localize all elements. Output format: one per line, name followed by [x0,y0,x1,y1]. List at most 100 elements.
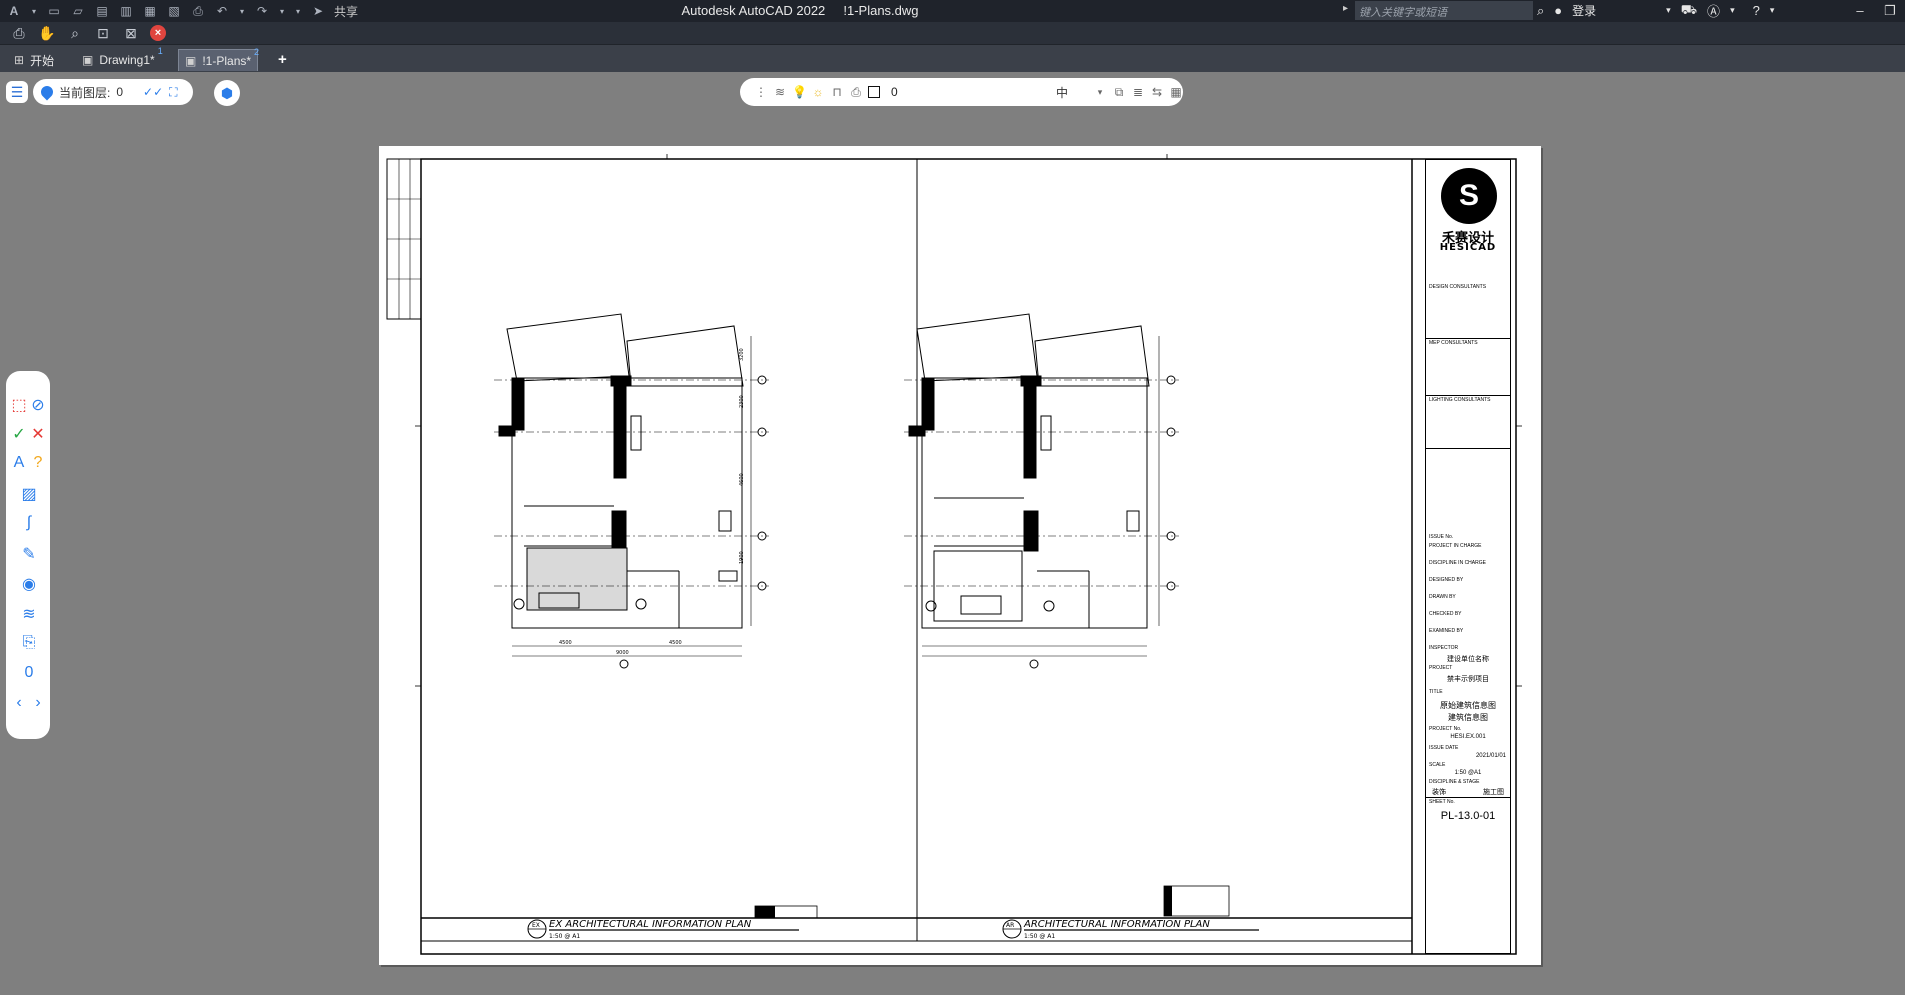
autocad-logo-icon[interactable]: A [6,4,22,18]
accept-icon[interactable]: ✓ [9,424,29,444]
pan-icon[interactable]: ✋ [38,25,56,42]
search-expand-icon[interactable]: ▸ [1343,3,1348,14]
layer-select-icon[interactable]: ⛶ [169,85,177,100]
layer-lock-icon[interactable]: ⊓ [830,85,844,99]
lasso-icon[interactable]: ⊘ [28,395,48,415]
redo-dropdown-icon[interactable]: ▾ [278,4,286,18]
title-right-tools: ⌕ ● 登录 ▾ ⛟ Ⓐ ▾ ? ▾ [1537,1,1774,20]
divider [1426,338,1510,339]
view-toolbar: ⎙ ✋ ⌕ ⊡ ⊠ × [0,22,1905,44]
dropdown-caret-icon[interactable]: ▾ [30,4,38,18]
viewport-menu-button[interactable]: ☰ [6,81,28,103]
login-dropdown-icon[interactable]: ▾ [1666,5,1671,16]
zoom-window-icon[interactable]: ⊡ [94,25,112,42]
current-layer-value: 0 [116,85,124,99]
redo-icon[interactable]: ↷ [254,4,270,18]
project-no-value: HESI.EX.001 [1450,734,1486,740]
cart-icon[interactable]: ⛟ [1681,2,1697,20]
customize-qat-icon[interactable]: ▾ [294,4,302,18]
file-title: !1-Plans.dwg [843,3,919,18]
issue-date-label: ISSUE DATE [1429,745,1459,751]
dim-w1: 4500 [559,640,572,646]
search-icon[interactable]: ⌕ [1537,3,1544,19]
layer-on-icon[interactable]: 💡 [792,85,807,99]
dropdown-caret-icon[interactable]: ▾ [1093,87,1107,98]
plan-scale-2: 1:50 @ A1 [1024,933,1055,940]
layer-states-icon[interactable]: ▦ [1169,85,1183,99]
project-value: 禁丰示例项目 [1447,676,1489,683]
dim-b: 4600 [739,473,745,486]
project-label: PROJECT [1429,665,1453,671]
app-title: Autodesk AutoCAD 2022 [681,3,826,18]
prev-icon[interactable]: ‹ [9,694,29,712]
help-dropdown-icon[interactable]: ▾ [1770,5,1775,16]
search-input[interactable]: 键入关键字或短语 [1355,1,1533,20]
help-icon[interactable]: ? [1753,3,1760,18]
brand-name-en: HESICAD [1439,242,1497,253]
layer-name-dropdown[interactable]: 0 [891,85,1051,99]
dim-w2: 4500 [669,640,682,646]
login-label[interactable]: 登录 [1572,2,1596,19]
plot-icon[interactable]: ▧ [166,4,182,18]
minimize-icon[interactable]: – [1845,0,1875,22]
plan-code-1: EX [532,922,540,929]
undo-icon[interactable]: ↶ [214,4,230,18]
count-icon[interactable]: 0 [19,664,39,682]
undo-dropdown-icon[interactable]: ▾ [238,4,246,18]
next-icon[interactable]: › [28,694,48,712]
field-examined-by: EXAMINED BY [1429,628,1464,634]
question-icon[interactable]: ? [28,454,48,472]
divider [1426,797,1510,798]
dim-a: 3200 [739,348,745,361]
restore-icon[interactable]: ❐ [1875,0,1905,22]
share-icon[interactable]: ⎘ [19,634,39,652]
layers-icon[interactable]: ≋ [19,604,39,624]
pencil-icon[interactable]: ✎ [19,544,39,564]
rect-select-icon[interactable]: ⬚ [9,395,29,415]
close-preview-icon[interactable]: × [150,25,166,41]
zoom-realtime-icon[interactable]: ⌕ [66,25,84,42]
image-icon[interactable]: ▨ [19,484,39,504]
reject-icon[interactable]: ✕ [28,424,48,444]
title-bar: A ▾ ▭ ▱ ▤ ▥ ▦ ▧ ⎙ ↶ ▾ ↷ ▾ ▾ ➤ 共享 Autodes… [0,0,1905,22]
text-icon[interactable]: A [9,454,29,472]
publish-icon[interactable]: ▦ [142,4,158,18]
project-no-label: PROJECT No. [1429,726,1462,732]
new-tab-button[interactable]: + [278,51,287,68]
brush-icon[interactable]: ∫ [19,514,39,532]
open-folder-icon[interactable]: ▱ [70,4,86,18]
make-current-icon[interactable]: ⧉ [1112,85,1126,100]
print-icon[interactable]: ⎙ [190,4,206,18]
tab-label: 开始 [30,53,55,68]
tab-start[interactable]: ⊞ 开始 [8,49,60,71]
dim-c: 2300 [739,395,745,408]
layer-previous-icon[interactable]: ⇆ [1150,85,1164,99]
current-layer-pill[interactable]: 当前图层: 0 ✓✓ ⛶ [33,79,193,105]
share-label[interactable]: 共享 [334,3,358,20]
share-icon[interactable]: ➤ [310,4,326,18]
layer-check-icon[interactable]: ✓✓ [143,85,163,99]
save-as-icon[interactable]: ▥ [118,4,134,18]
autodesk-dropdown-icon[interactable]: ▾ [1730,5,1735,16]
viewcube-button[interactable]: ⬢ [214,80,240,106]
zoom-extents-icon[interactable]: ⊠ [122,25,140,42]
paper-sheet[interactable]: EX EX ARCHITECTURAL INFORMATION PLAN 1:5… [379,146,1541,965]
plot-icon[interactable]: ⎙ [10,25,28,42]
tab-drawing1[interactable]: ▣ Drawing1* 1 [76,46,163,71]
user-icon[interactable]: ● [1554,3,1562,18]
layer-properties-icon[interactable]: ≋ [773,85,787,99]
annotation-scale[interactable]: 中 [1056,84,1088,101]
save-icon[interactable]: ▤ [94,4,110,18]
eye-icon[interactable]: ◉ [19,574,39,594]
layer-plot-icon[interactable]: ⎙ [849,85,863,100]
layer-freeze-icon[interactable]: ☼ [811,85,825,99]
floor-plan-right [904,313,1179,669]
new-file-icon[interactable]: ▭ [46,4,62,18]
layer-color-swatch[interactable] [868,86,880,98]
floor-plan-left [494,313,769,669]
plan-scale-1: 1:50 @ A1 [549,933,580,940]
tab-plans[interactable]: ▣ !1-Plans* 2 [178,47,259,71]
drawing-file-icon: ▣ [185,53,197,68]
autodesk-icon[interactable]: Ⓐ [1707,1,1720,20]
layer-match-icon[interactable]: ≣ [1131,85,1145,99]
